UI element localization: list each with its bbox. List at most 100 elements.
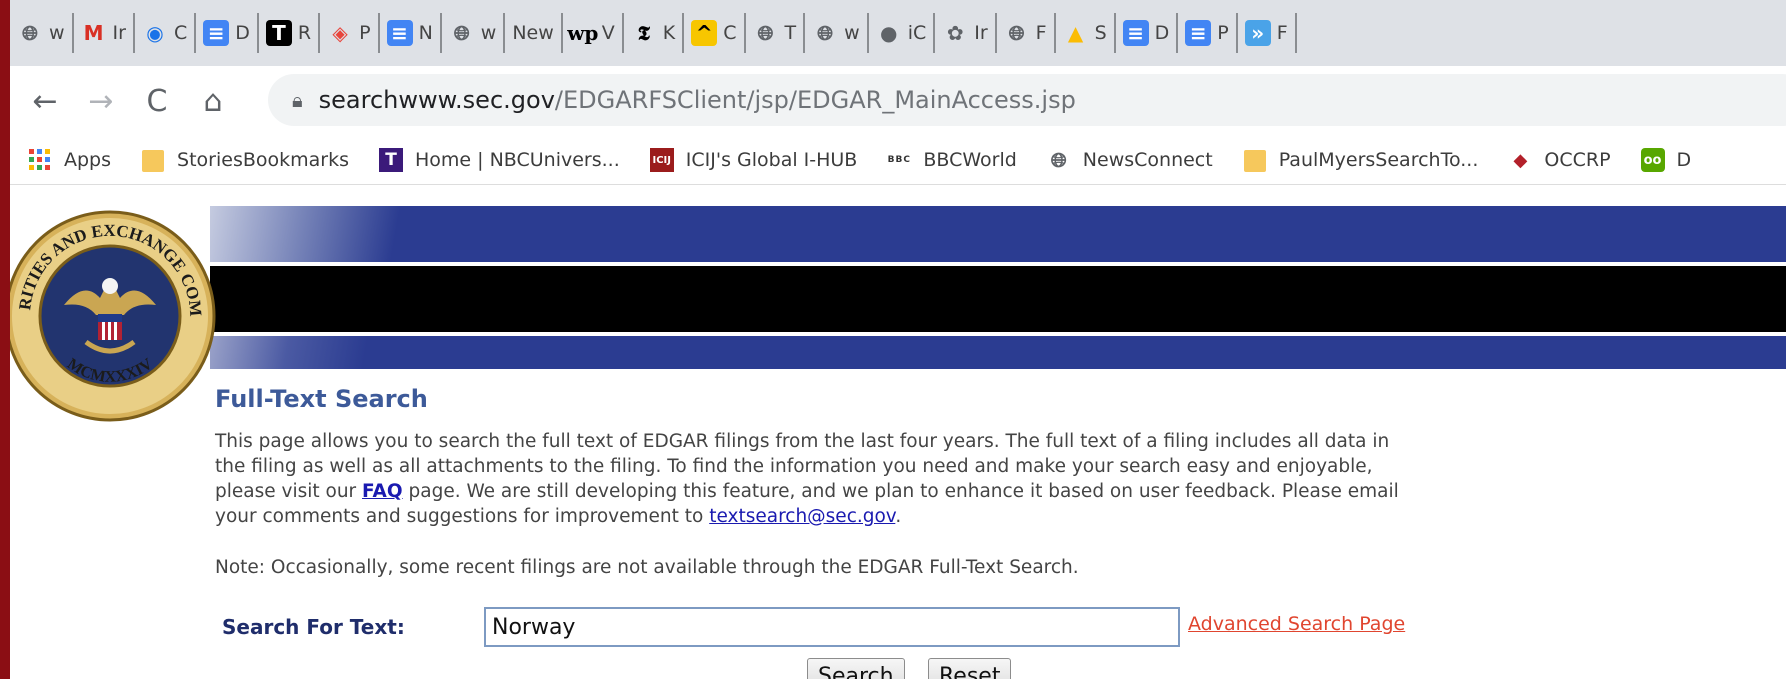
docs-icon: ≡ [386,20,413,46]
bookmark-label: BBCWorld [923,149,1017,171]
intro-paragraph: This page allows you to search the full … [215,429,1415,529]
tab[interactable]: 𝕿K [624,13,685,53]
tab[interactable]: ▲ S [1056,13,1116,53]
forward-button[interactable]: → [78,78,124,124]
url-host: searchwww.sec.gov [318,86,555,114]
tab-label: P [359,22,371,44]
bookmark[interactable]: oo D [1640,148,1692,172]
forward-arrow-icon: → [88,83,114,119]
bookmark[interactable]: 🌐︎ NewsConnect [1047,148,1213,172]
search-label: Search For Text: [222,615,405,639]
header-banner-redacted [210,266,1786,332]
note-text: Note: Occasionally, some recent filings … [215,557,1079,578]
bookmark-label: PaulMyersSearchTo... [1278,149,1479,171]
tab[interactable]: New [505,13,563,53]
tab-label: V [601,22,615,44]
nyt-logo-icon: 𝕿 [637,21,650,45]
search-input[interactable] [484,607,1180,647]
url-text[interactable]: searchwww.sec.gov/EDGARFSClient/jsp/EDGA… [319,86,1076,114]
tab-label: C [723,22,737,44]
tab-label: S [1094,22,1107,44]
home-icon: ⌂ [203,83,223,119]
bookmark-label: D [1676,149,1692,171]
tab-label: iC [907,22,927,44]
tab[interactable]: ◈ P [320,13,380,53]
back-button[interactable]: ← [22,78,68,124]
reload-icon: C [146,83,168,119]
tab[interactable]: ● iC [869,13,936,53]
tab[interactable]: 🌐︎ T [746,13,806,53]
reload-button[interactable]: C [134,78,180,124]
tab[interactable]: ≡ P [1178,13,1238,53]
faq-link[interactable]: FAQ [362,481,403,502]
bookmark-label: Home | NBCUnivers... [415,149,620,171]
gmail-icon: M [83,21,104,45]
globe-icon: 🌐︎ [1008,21,1025,45]
tab-label: T [784,22,797,44]
tab[interactable]: ◉ C [135,13,197,53]
tab-label: D [1154,22,1170,44]
tab[interactable]: 🌐︎ w [805,13,869,53]
tab-label: Ir [112,22,126,44]
bookmark[interactable]: BBC BBCWorld [887,148,1017,172]
tab-strip: 🌐︎ w M Ir ◉ C ≡ D TR ◈ P ≡ N 🌐︎ w New wp V 𝕿K ^ C… [10,0,1786,66]
tab[interactable]: TR [259,13,321,53]
search-button[interactable]: Search [807,658,905,679]
bookmark-label: Apps [64,149,112,171]
occrp-logo-icon: ◆ [1513,149,1528,171]
home-button[interactable]: ⌂ [190,78,236,124]
owl-icon: oo [1640,148,1665,172]
bookmark-label: StoriesBookmarks [177,149,349,171]
page-content: U.S. SECURITIES AND EXCHANGE COMMISSION … [10,185,1786,679]
tab[interactable]: ^ C [684,13,746,53]
tab[interactable]: 🌐︎ w [442,13,506,53]
tab-label: w [49,22,65,44]
folder-icon [141,148,165,172]
tab-label: P [1217,22,1229,44]
navigation-bar: ← → C ⌂ 🔒︎ searchwww.sec.gov/EDGARFSClie… [10,66,1786,136]
tab-label: F [1276,22,1288,44]
reset-button[interactable]: Reset [928,658,1012,679]
drive-icon: ▲ [1067,21,1084,45]
bbc-logo-icon: BBC [887,155,911,165]
tab[interactable]: » F [1238,13,1297,53]
t-logo-icon: T [379,148,403,172]
tab-label: D [235,22,250,44]
tab-label: New [512,22,554,44]
bookmark[interactable]: T Home | NBCUnivers... [379,148,620,172]
t-logo-icon: T [265,20,292,46]
tab-label: N [418,22,433,44]
address-bar[interactable]: 🔒︎ searchwww.sec.gov/EDGARFSClient/jsp/E… [268,74,1786,126]
tab-label: F [1035,22,1047,44]
bookmark[interactable]: ◆ OCCRP [1508,148,1610,172]
advanced-search-link[interactable]: Advanced Search Page [1188,613,1405,635]
bookmark[interactable]: ICIJ ICIJ's Global I-HUB [649,148,857,172]
tab[interactable]: ≡ D [196,13,259,53]
openai-icon: ✿ [946,21,964,45]
tab[interactable]: 🌐︎ w [10,13,74,53]
bookmark-folder[interactable]: PaulMyersSearchTo... [1243,148,1479,172]
docs-icon: ≡ [1122,20,1149,46]
tab-label: C [173,22,188,44]
docs-icon: ≡ [1185,20,1212,46]
globe-icon: 🌐︎ [22,21,38,45]
tab[interactable]: ≡ D [1116,13,1179,53]
globe-icon: 🌐︎ [757,21,774,45]
bookmark-folder[interactable]: StoriesBookmarks [141,148,349,172]
header-banner-top [210,206,1786,262]
email-link[interactable]: textsearch@sec.gov [709,506,895,527]
tab[interactable]: ≡ N [380,13,442,53]
tab[interactable]: wp V [563,13,624,53]
tab[interactable]: M Ir [74,13,135,53]
wp-logo-icon: wp [567,21,599,45]
tab-label: w [480,22,497,44]
double-chevron-icon: » [1244,20,1271,46]
globe-icon: 🌐︎ [453,21,470,45]
bookmarks-bar: Apps StoriesBookmarks T Home | NBCUniver… [10,136,1786,185]
tab[interactable]: ✿ Ir [935,13,997,53]
tab[interactable]: 🌐︎ F [997,13,1056,53]
bookmark-apps[interactable]: Apps [28,148,111,172]
diamond-icon: ◈ [332,21,348,45]
browser-window: 🌐︎ w M Ir ◉ C ≡ D TR ◈ P ≡ N 🌐︎ w New wp V 𝕿K ^ C… [10,0,1786,679]
chevron-up-icon: ^ [691,20,718,46]
